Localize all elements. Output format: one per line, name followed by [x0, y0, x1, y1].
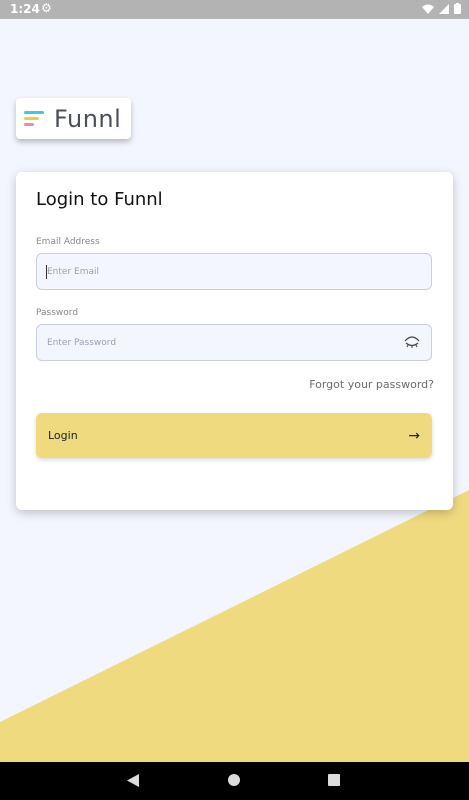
logo: Funnl: [16, 98, 131, 139]
email-field-wrapper: [36, 253, 432, 290]
password-label: Password: [36, 308, 79, 318]
gear-icon: ⚙: [41, 1, 52, 15]
back-icon[interactable]: [127, 774, 139, 787]
login-button[interactable]: Login →: [36, 413, 432, 458]
eye-closed-icon[interactable]: [404, 335, 420, 349]
password-field-wrapper: [36, 324, 432, 361]
text-caret: [46, 265, 47, 279]
password-field[interactable]: [45, 336, 431, 349]
status-bar: 1:24 ⚙: [0, 0, 469, 19]
status-time: 1:24: [10, 2, 40, 16]
arrow-right-icon: →: [408, 427, 420, 444]
login-button-label: Login: [48, 429, 78, 442]
forgot-password-link[interactable]: Forgot your password?: [309, 378, 434, 391]
signal-icon: [439, 3, 449, 14]
wifi-icon: [422, 4, 434, 14]
email-label: Email Address: [36, 237, 100, 247]
home-icon[interactable]: [228, 774, 240, 786]
battery-icon: [454, 3, 461, 14]
funnl-logo-icon: [24, 109, 44, 129]
email-field[interactable]: [45, 265, 431, 278]
navigation-bar: [0, 762, 469, 800]
status-icons: [422, 3, 461, 14]
login-card: Login to Funnl Email Address Password Fo…: [16, 172, 453, 510]
logo-text: Funnl: [54, 104, 122, 133]
page-title: Login to Funnl: [36, 189, 163, 210]
recents-icon[interactable]: [328, 774, 340, 786]
